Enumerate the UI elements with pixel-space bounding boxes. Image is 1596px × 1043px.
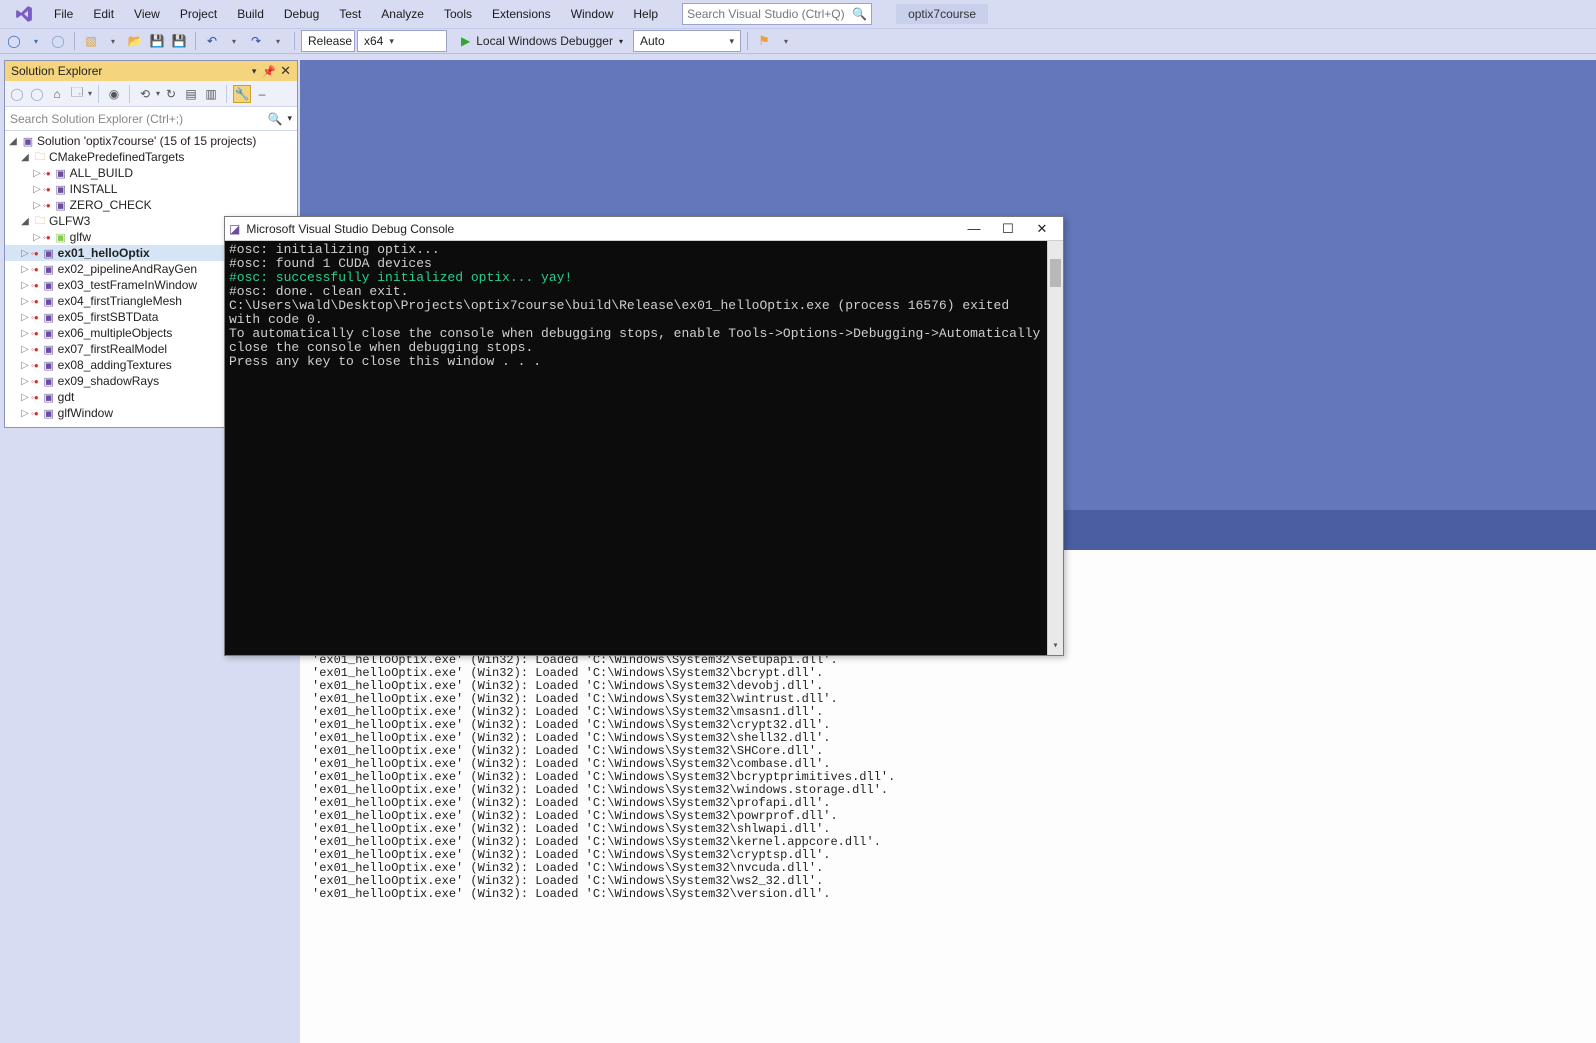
search-options-caret[interactable]: ▾ (287, 113, 292, 124)
search-icon: 🔍 (852, 7, 867, 21)
project-badge[interactable]: optix7course (896, 4, 988, 24)
scroll-thumb[interactable] (1050, 259, 1061, 287)
project-INSTALL[interactable]: ◦●▣INSTALL (5, 181, 297, 197)
menu-analyze[interactable]: Analyze (371, 3, 434, 25)
start-debug-button[interactable]: ▶ Local Windows Debugger ▾ (449, 34, 631, 48)
quick-launch-search[interactable]: Search Visual Studio (Ctrl+Q) 🔍 (682, 3, 872, 25)
redo-caret-icon[interactable]: ▾ (268, 31, 288, 51)
se-collapse-icon[interactable]: ▤ (182, 85, 200, 103)
play-icon: ▶ (461, 34, 470, 48)
menu-test[interactable]: Test (329, 3, 371, 25)
console-line: C:\Users\wald\Desktop\Projects\optix7cou… (229, 299, 1041, 327)
se-properties-icon[interactable]: 🔧 (233, 85, 251, 103)
nav-back-caret[interactable]: ▾ (26, 31, 46, 51)
menu-file[interactable]: File (44, 3, 83, 25)
menu-help[interactable]: Help (623, 3, 668, 25)
console-line: #osc: found 1 CUDA devices (229, 257, 1041, 271)
save-icon[interactable]: 💾 (147, 31, 167, 51)
close-button[interactable]: ✕ (1025, 221, 1059, 237)
se-preview-icon[interactable]: – (253, 85, 271, 103)
menu-debug[interactable]: Debug (274, 3, 329, 25)
menu-extensions[interactable]: Extensions (482, 3, 561, 25)
save-all-icon[interactable]: 💾 (169, 31, 189, 51)
auto-value: Auto (640, 34, 665, 48)
se-back-icon[interactable]: ◯ (8, 85, 26, 103)
nav-fwd-button[interactable]: ◯ (48, 31, 68, 51)
platform-value: x64 (364, 34, 383, 48)
menu-edit[interactable]: Edit (83, 3, 124, 25)
se-sync-icon[interactable]: ⟲ (136, 85, 154, 103)
flag-caret-icon[interactable]: ▾ (776, 31, 796, 51)
debug-console-window: ◪ Microsoft Visual Studio Debug Console … (224, 216, 1064, 656)
se-fwd-icon[interactable]: ◯ (28, 85, 46, 103)
close-panel-icon[interactable]: ✕ (280, 63, 291, 79)
undo-icon[interactable]: ↶ (202, 31, 222, 51)
se-switch-views-icon[interactable]: 🗔 (68, 85, 86, 103)
console-line: Press any key to close this window . . . (229, 355, 1041, 369)
config-combo[interactable]: Release▾ (301, 30, 355, 52)
menu-build[interactable]: Build (227, 3, 274, 25)
nav-back-button[interactable]: ◯ (4, 31, 24, 51)
search-icon: 🔍 (268, 112, 283, 126)
menu-project[interactable]: Project (170, 3, 227, 25)
se-refresh-icon[interactable]: ↻ (162, 85, 180, 103)
undo-caret-icon[interactable]: ▾ (224, 31, 244, 51)
redo-icon[interactable]: ↷ (246, 31, 266, 51)
project-ALL_BUILD[interactable]: ◦●▣ALL_BUILD (5, 165, 297, 181)
solution-search[interactable]: Search Solution Explorer (Ctrl+;) 🔍 ▾ (5, 107, 297, 131)
vs-logo-icon (14, 4, 34, 24)
console-title: Microsoft Visual Studio Debug Console (246, 222, 454, 236)
window-position-icon[interactable]: ▾ (252, 66, 257, 77)
new-project-icon[interactable]: ▧ (81, 31, 101, 51)
search-placeholder: Search Visual Studio (Ctrl+Q) (687, 7, 845, 21)
console-line: #osc: initializing optix... (229, 243, 1041, 257)
solution-explorer-title-bar[interactable]: Solution Explorer ▾ 📌 ✕ (5, 61, 297, 81)
menu-bar: FileEditViewProjectBuildDebugTestAnalyze… (0, 0, 1596, 28)
console-line: To automatically close the console when … (229, 327, 1041, 355)
open-file-icon[interactable]: 📂 (125, 31, 145, 51)
se-scope-icon[interactable]: ◉ (105, 85, 123, 103)
menu-tools[interactable]: Tools (434, 3, 482, 25)
console-app-icon: ◪ (229, 222, 240, 236)
console-scrollbar[interactable]: ▴ ▾ (1047, 241, 1063, 655)
se-home-icon[interactable]: ⌂ (48, 85, 66, 103)
solution-search-placeholder: Search Solution Explorer (Ctrl+;) (10, 112, 183, 126)
config-value: Release (308, 34, 352, 48)
solution-explorer-title: Solution Explorer (11, 64, 102, 78)
minimize-button[interactable]: — (957, 221, 991, 236)
console-line: #osc: successfully initialized optix... … (229, 271, 1041, 285)
console-title-bar[interactable]: ◪ Microsoft Visual Studio Debug Console … (225, 217, 1063, 241)
caret-icon[interactable]: ▾ (103, 31, 123, 51)
folder-cmake[interactable]: 🗀CMakePredefinedTargets (5, 149, 297, 165)
se-showall-icon[interactable]: ▥ (202, 85, 220, 103)
output-pane-content[interactable]: 'ex01_helloOptix.exe' (Win32): Loaded 'C… (312, 602, 1588, 1043)
platform-combo[interactable]: x64▾ (357, 30, 447, 52)
pin-icon[interactable]: 📌 (262, 65, 276, 78)
console-body[interactable]: #osc: initializing optix...#osc: found 1… (225, 241, 1063, 655)
menu-window[interactable]: Window (561, 3, 624, 25)
maximize-button[interactable]: ☐ (991, 221, 1025, 237)
debugger-label: Local Windows Debugger (476, 34, 613, 48)
main-toolbar: ◯ ▾ ◯ ▧ ▾ 📂 💾 💾 ↶ ▾ ↷ ▾ Release▾ x64▾ ▶ … (0, 28, 1596, 54)
console-line: #osc: done. clean exit. (229, 285, 1041, 299)
auto-combo[interactable]: Auto▾ (633, 30, 741, 52)
solution-explorer-toolbar: ◯ ◯ ⌂ 🗔 ▾ ◉ ⟲ ▾ ↻ ▤ ▥ 🔧 – (5, 81, 297, 107)
scroll-down-icon[interactable]: ▾ (1048, 639, 1063, 655)
flag-icon[interactable]: ⚑ (754, 31, 774, 51)
menu-view[interactable]: View (124, 3, 170, 25)
